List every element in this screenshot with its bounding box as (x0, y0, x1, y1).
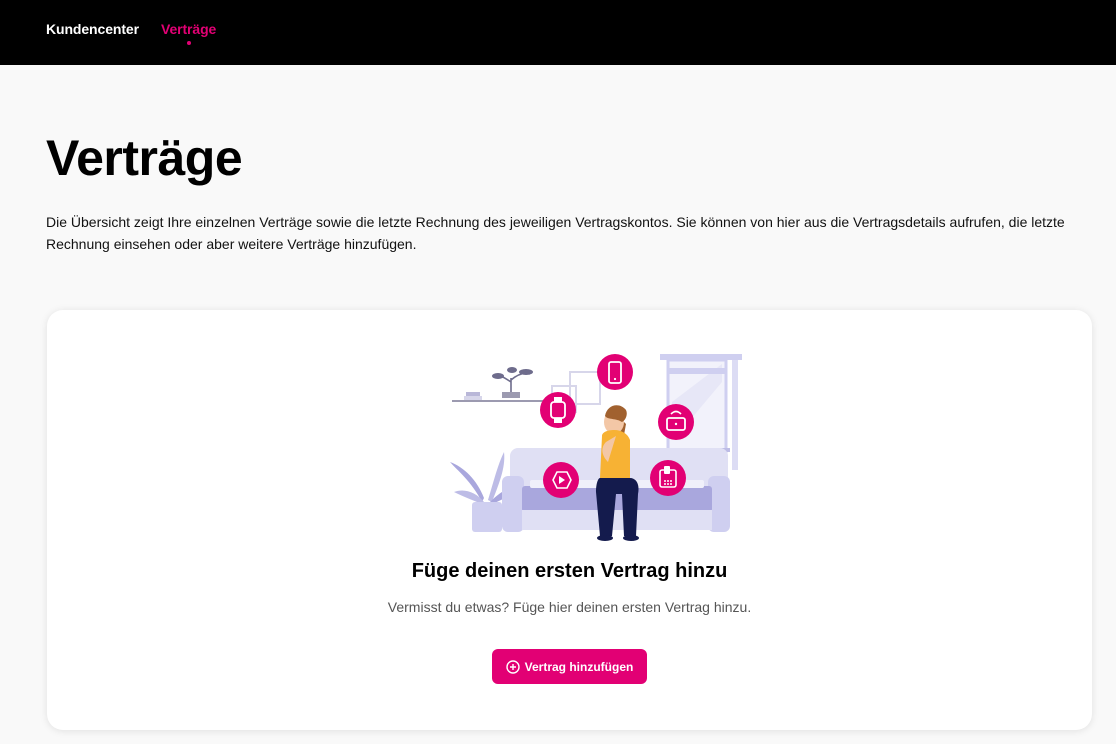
nav-item-kundencenter[interactable]: Kundencenter (46, 21, 139, 37)
top-navigation: Kundencenter Verträge (0, 0, 1116, 65)
router-icon (658, 404, 694, 440)
add-contract-button[interactable]: Vertrag hinzufügen (492, 649, 647, 684)
smartwatch-icon (540, 392, 576, 428)
empty-state-card: Füge deinen ersten Vertrag hinzu Vermiss… (47, 310, 1092, 730)
plus-circle-icon (505, 659, 520, 674)
active-nav-indicator (187, 41, 191, 45)
empty-state-title: Füge deinen ersten Vertrag hinzu (411, 560, 728, 582)
landline-phone-icon (650, 460, 686, 496)
play-icon (543, 462, 579, 498)
page-title: Verträge (46, 130, 243, 186)
empty-state-illustration (450, 354, 742, 541)
smartphone-icon (597, 354, 633, 390)
nav-item-vertraege[interactable]: Verträge (161, 21, 216, 37)
add-contract-button-label: Vertrag hinzufügen (524, 659, 634, 674)
empty-state-subtitle: Vermisst du etwas? Füge hier deinen erst… (387, 599, 752, 615)
page-intro-text: Die Übersicht zeigt Ihre einzelnen Vertr… (46, 214, 1065, 252)
shelf-icon (452, 367, 544, 402)
